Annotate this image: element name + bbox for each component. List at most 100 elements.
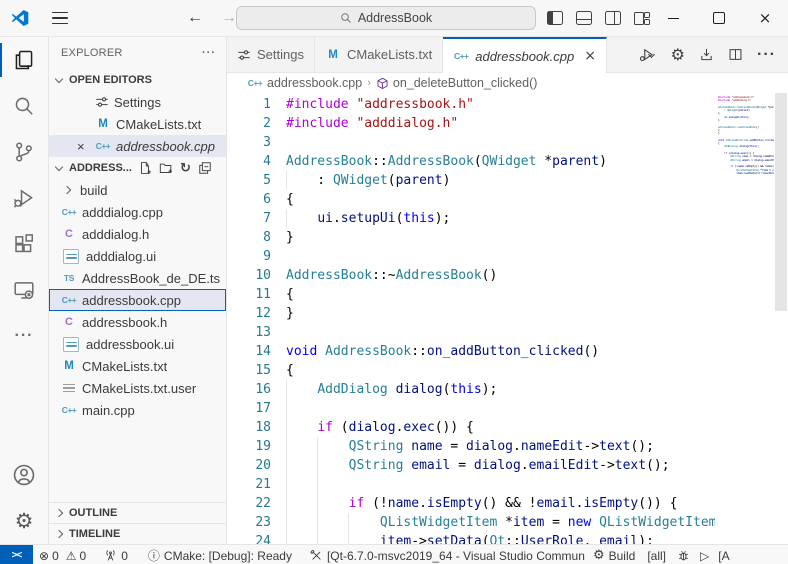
file-addressbook-ui[interactable]: addressbook.ui [49,333,226,355]
ellipsis-icon[interactable]: ··· [757,46,776,64]
open-editor-settings[interactable]: Settings [49,91,226,113]
code-line-16[interactable]: 16 AddDialog dialog(this); [227,380,715,399]
open-editors-header[interactable]: OPEN EDITORS [49,69,226,91]
sidebar-item-explorer[interactable] [0,37,48,83]
close-tab-icon[interactable]: × [584,48,596,64]
layout-panel-icon[interactable] [576,11,592,25]
code-line-22[interactable]: 22 if (!name.isEmpty() && !email.isEmpty… [227,494,715,513]
manage-gear-icon[interactable]: ⚙ [0,498,48,544]
code-line-8[interactable]: 8} [227,228,715,247]
code-line-12[interactable]: 12} [227,304,715,323]
file-adddialog-h[interactable]: Cadddialog.h [49,223,226,245]
file-addressbook-h[interactable]: Caddressbook.h [49,311,226,333]
refresh-icon[interactable]: ↻ [180,162,191,175]
outline-section[interactable]: OUTLINE [49,502,226,523]
code-line-17[interactable]: 17 [227,399,715,418]
scrollbar-slider[interactable] [775,93,787,311]
code-line-21[interactable]: 21 [227,475,715,494]
open-editor-cmakelists-txt[interactable]: MCMakeLists.txt [49,113,226,135]
account-icon[interactable] [0,452,48,498]
layout-sidebar-left-icon[interactable] [547,11,563,25]
sidebar-item-remote-explorer[interactable] [0,267,48,313]
install-icon[interactable] [699,47,714,62]
code-line-2[interactable]: 2#include "adddialog.h" [227,114,715,133]
file-addressbook-de-de-ts[interactable]: TSAddressBook_de_DE.ts [49,267,226,289]
code-line-14[interactable]: 14void AddressBook::on_addButton_clicked… [227,342,715,361]
breadcrumb-file[interactable]: addressbook.cpp [267,76,362,90]
remote-indicator[interactable]: >< [0,545,33,564]
code-line-19[interactable]: 19 QString name = dialog.nameEdit->text(… [227,437,715,456]
line-number: 11 [227,285,286,304]
folder-build[interactable]: build [49,179,226,201]
code-editor[interactable]: 1#include "addressbook.h"2#include "addd… [227,93,715,544]
file-main-cpp[interactable]: C++main.cpp [49,399,226,421]
line-number: 24 [227,532,286,544]
split-editor-icon[interactable] [728,47,743,62]
build-target[interactable]: [all] [641,545,672,564]
explorer-actions-icon[interactable]: ··· [202,47,216,59]
layout-customize-icon[interactable] [634,12,650,25]
sidebar-item-source-control[interactable] [0,129,48,175]
run-button[interactable]: ▷ [695,545,714,564]
editor-scrollbar[interactable] [774,93,788,544]
tab-settings[interactable]: Settings [227,37,315,72]
code-line-20[interactable]: 20 QString email = dialog.emailEdit->tex… [227,456,715,475]
problems-status[interactable]: ⊗ 0 ⚠ 0 [33,545,92,564]
layout-sidebar-right-icon[interactable] [605,11,621,25]
run-debug-dropdown-icon[interactable] [639,47,657,63]
minimize-icon[interactable] [650,0,696,36]
line-number: 18 [227,418,286,437]
sidebar-item-extensions[interactable] [0,221,48,267]
code-line-23[interactable]: 23 QListWidgetItem *item = new QListWidg… [227,513,715,532]
code-line-13[interactable]: 13 [227,323,715,342]
more-views-icon[interactable]: ··· [0,313,48,359]
code-line-11[interactable]: 11{ [227,285,715,304]
code-line-3[interactable]: 3 [227,133,715,152]
file-cmakelists-txt[interactable]: MCMakeLists.txt [49,355,226,377]
minimap[interactable]: #include "addressbook.h" #include "adddi… [715,93,774,544]
breadcrumb-symbol[interactable]: on_deleteButton_clicked() [393,76,538,90]
ports-status[interactable]: 0 [98,545,134,564]
file-addressbook-cpp[interactable]: C++addressbook.cpp [49,289,226,311]
code-line-7[interactable]: 7 ui.setupUi(this); [227,209,715,228]
code-line-15[interactable]: 15{ [227,361,715,380]
collapse-all-icon[interactable] [198,161,212,175]
tab-addressbook-cpp[interactable]: C++addressbook.cpp× [443,37,607,73]
launch-target[interactable]: [A [714,545,733,564]
sidebar-item-search[interactable] [0,83,48,129]
code-line-6[interactable]: 6{ [227,190,715,209]
close-editor-icon[interactable]: × [77,139,95,154]
maximize-icon[interactable] [696,0,742,36]
gear-icon[interactable]: ⚙ [671,45,685,64]
open-editor-addressbook-cpp[interactable]: ×C++addressbook.cpp [49,135,226,157]
breadcrumb[interactable]: C++ addressbook.cpp › on_deleteButton_cl… [227,73,788,93]
debug-button[interactable] [672,545,695,564]
code-line-5[interactable]: 5 : QWidget(parent) [227,171,715,190]
project-section-header[interactable]: ADDRESS... ↻ [49,157,226,179]
timeline-section[interactable]: TIMELINE [49,523,226,544]
search-box[interactable]: AddressBook [236,6,536,30]
file-adddialog-cpp[interactable]: C++adddialog.cpp [49,201,226,223]
code-line-4[interactable]: 4AddressBook::AddressBook(QWidget *paren… [227,152,715,171]
editor-group: SettingsMCMakeLists.txtC++addressbook.cp… [227,37,788,544]
extensions-icon [13,233,35,255]
new-folder-icon[interactable] [159,161,173,175]
menu-icon[interactable] [52,12,68,24]
code-line-9[interactable]: 9 [227,247,715,266]
file-adddialog-ui[interactable]: adddialog.ui [49,245,226,267]
file-cmakelists-txt-user[interactable]: CMakeLists.txt.user [49,377,226,399]
line-number: 10 [227,266,286,285]
cmake-status[interactable]: ⓘ CMake: [Debug]: Ready [142,545,298,564]
code-line-24[interactable]: 24 item->setData(Qt::UserRole, email); [227,532,715,544]
project-label: ADDRESS... [69,162,132,174]
back-arrow-icon[interactable]: ← [186,9,204,27]
cmake-build-button[interactable]: ⚙ Build [587,545,641,564]
tab-cmakelists-txt[interactable]: MCMakeLists.txt [315,37,443,72]
cmake-kit[interactable]: [Qt-6.7.0-msvc2019_64 - Visual Studio Co… [304,545,585,564]
code-line-18[interactable]: 18 if (dialog.exec()) { [227,418,715,437]
code-line-1[interactable]: 1#include "addressbook.h" [227,95,715,114]
close-icon[interactable]: × [742,0,788,36]
new-file-icon[interactable] [138,161,152,175]
sidebar-item-run-debug[interactable] [0,175,48,221]
code-line-10[interactable]: 10AddressBook::~AddressBook() [227,266,715,285]
